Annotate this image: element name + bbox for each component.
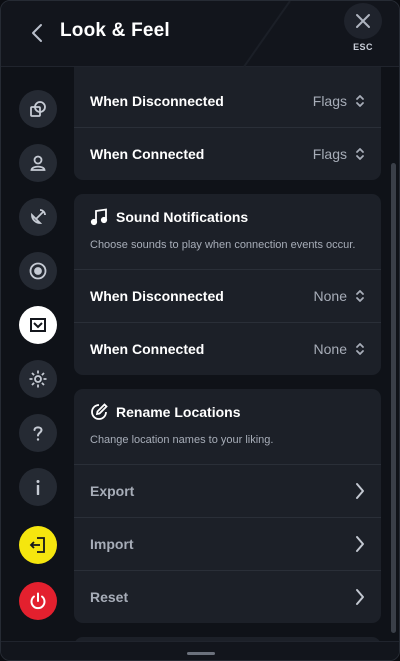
row-label: When Disconnected — [90, 92, 224, 109]
logout-icon — [29, 537, 45, 553]
sidebar-item-help[interactable] — [19, 414, 57, 452]
user-icon — [30, 155, 46, 171]
row-label: Reset — [90, 589, 129, 605]
sound-disconnected-row[interactable]: When Disconnected None — [74, 269, 381, 322]
sidebar-item-sign-out[interactable] — [19, 526, 57, 564]
header-decoration — [243, 1, 291, 68]
chevron-left-icon — [32, 24, 42, 42]
sidebar-item-general[interactable] — [19, 360, 57, 398]
reset-row[interactable]: Reset — [74, 570, 381, 623]
sidebar-item-about[interactable] — [19, 468, 57, 506]
page-title: Look & Feel — [60, 20, 170, 41]
footer — [1, 641, 399, 660]
export-row[interactable]: Export — [74, 464, 381, 517]
satellite-icon — [31, 209, 46, 224]
close-button[interactable]: ESC — [344, 3, 382, 57]
row-label: When Connected — [90, 146, 205, 162]
gear-icon — [29, 370, 47, 388]
card-description: Change location names to your liking. — [90, 434, 274, 446]
back-button[interactable] — [25, 19, 49, 47]
scrollbar[interactable] — [389, 67, 397, 641]
card-description: Choose sounds to play when connection ev… — [90, 239, 356, 251]
chevron-right-icon — [355, 588, 365, 606]
updown-chevron-icon — [355, 342, 365, 356]
row-label: Import — [90, 536, 134, 552]
location-icon-connected-row[interactable]: When Connected Flags — [74, 127, 381, 180]
row-value: None — [313, 341, 347, 357]
card-header: Sound Notifications — [90, 208, 248, 226]
sound-connected-row[interactable]: When Connected None — [74, 322, 381, 375]
chevron-right-icon — [355, 535, 365, 553]
updown-chevron-icon — [355, 94, 365, 108]
header: Look & Feel ESC — [1, 1, 399, 68]
sidebar-item-quit[interactable] — [19, 582, 57, 620]
sidebar — [1, 67, 73, 641]
card-title: Rename Locations — [116, 404, 241, 420]
sidebar-item-protocol[interactable] — [19, 252, 57, 290]
settings-content: When Disconnected Flags When Connected F… — [73, 67, 387, 641]
row-value: Flags — [312, 92, 347, 109]
scrollbar-thumb[interactable] — [391, 163, 396, 633]
row-value: None — [313, 288, 347, 304]
drag-handle[interactable] — [187, 652, 215, 655]
close-icon — [356, 14, 370, 28]
shapes-icon — [30, 101, 46, 117]
location-icon-disconnected-row[interactable]: When Disconnected Flags — [74, 74, 381, 127]
sidebar-item-look-and-feel[interactable] — [19, 306, 57, 344]
brand-icon — [30, 318, 46, 332]
chevron-right-icon — [355, 482, 365, 500]
row-label: When Connected — [90, 341, 205, 357]
app-window: Look & Feel ESC When Disconnected Flags … — [0, 0, 400, 661]
sidebar-item-connection[interactable] — [19, 198, 57, 236]
music-note-icon — [90, 208, 108, 226]
row-value: Flags — [312, 146, 347, 162]
updown-chevron-icon — [355, 289, 365, 303]
close-icon-circle[interactable] — [344, 3, 382, 39]
row-label: When Disconnected — [90, 288, 224, 304]
location-icons-card: When Disconnected Flags When Connected F… — [74, 67, 381, 180]
import-row[interactable]: Import — [74, 517, 381, 570]
info-icon — [36, 480, 40, 495]
sound-notifications-card: Sound Notifications Choose sounds to pla… — [74, 194, 381, 375]
rename-icon — [91, 403, 108, 420]
esc-label: ESC — [353, 42, 373, 52]
sidebar-item-shapes[interactable] — [19, 90, 57, 128]
question-icon — [33, 426, 43, 441]
target-icon — [29, 262, 47, 280]
updown-chevron-icon — [355, 147, 365, 161]
card-header: Rename Locations — [90, 403, 240, 421]
rename-locations-card: Rename Locations Change location names t… — [74, 389, 381, 623]
card-title: Sound Notifications — [116, 209, 249, 225]
row-label: Export — [90, 483, 135, 499]
power-icon — [30, 592, 46, 610]
sidebar-item-account[interactable] — [19, 144, 57, 182]
